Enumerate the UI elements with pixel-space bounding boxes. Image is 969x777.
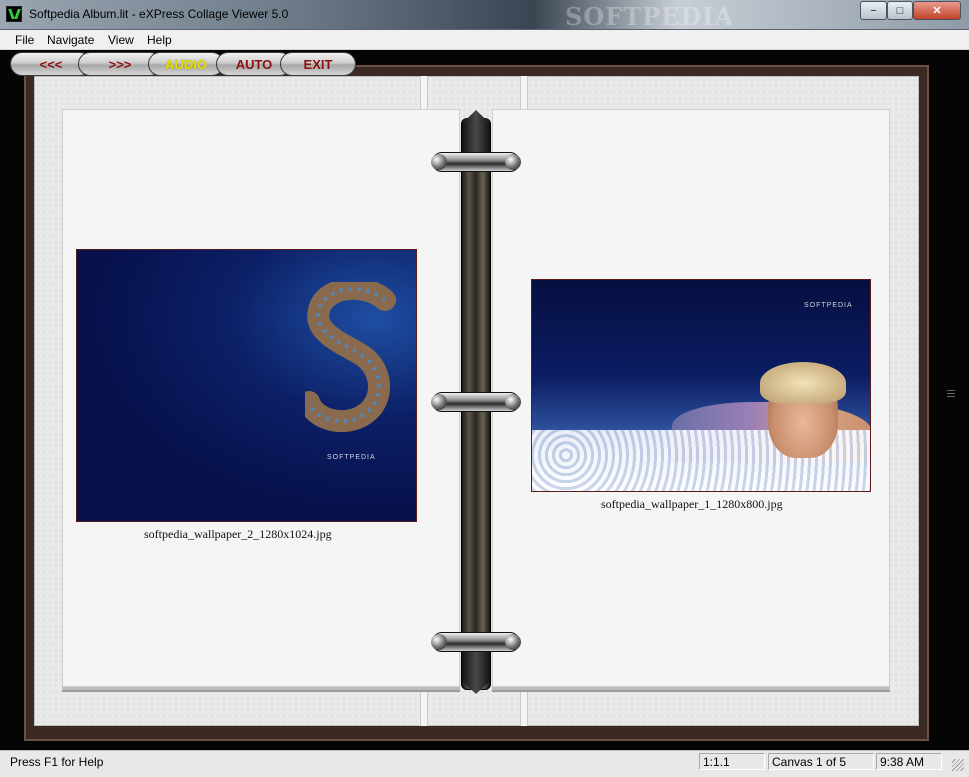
binder-ring-bottom — [431, 632, 521, 652]
title-bar: Softpedia Album.lit - eXPress Collage Vi… — [0, 0, 969, 31]
model-hair-image — [760, 362, 846, 404]
binder-ring-middle — [431, 392, 521, 412]
window-title: Softpedia Album.lit - eXPress Collage Vi… — [29, 7, 289, 21]
menu-help[interactable]: Help — [147, 33, 172, 47]
audio-button[interactable]: AUDIO — [148, 52, 224, 76]
minimize-button[interactable]: − — [860, 1, 887, 20]
maximize-button[interactable]: □ — [887, 1, 913, 20]
app-icon[interactable] — [6, 6, 22, 22]
menu-bar: File Navigate View Help — [0, 30, 969, 50]
status-time: 9:38 AM — [876, 753, 942, 770]
menu-file[interactable]: File — [15, 33, 34, 47]
photo-wallpaper-1[interactable]: SOFTPEDIA — [531, 279, 871, 492]
caption-right: softpedia_wallpaper_1_1280x800.jpg — [601, 497, 783, 511]
menu-navigate[interactable]: Navigate — [47, 33, 94, 47]
photo-wallpaper-2[interactable]: SOFTPEDIA — [76, 249, 417, 522]
softpedia-s-logo-image — [305, 282, 396, 432]
softpedia-watermark: SOFTPEDIA — [565, 2, 735, 31]
photo-logo-text: SOFTPEDIA — [327, 454, 376, 461]
caption-left: softpedia_wallpaper_2_1280x1024.jpg — [144, 527, 332, 541]
exit-button[interactable]: EXIT — [280, 52, 356, 76]
menu-view[interactable]: View — [108, 33, 134, 47]
photo-logo-text: SOFTPEDIA — [804, 302, 853, 309]
resize-grip-icon[interactable] — [947, 390, 955, 400]
navigation-toolbar: <<< >>> AUDIO AUTO EXIT — [10, 52, 356, 76]
status-bar: Press F1 for Help 1:1.1 Canvas 1 of 5 9:… — [0, 750, 969, 777]
size-grip-icon[interactable] — [952, 759, 964, 771]
binder-ring-top — [431, 152, 521, 172]
status-zoom: 1:1.1 — [699, 753, 765, 770]
status-canvas: Canvas 1 of 5 — [768, 753, 874, 770]
status-help-text: Press F1 for Help — [10, 755, 104, 769]
close-button[interactable]: ✕ — [913, 1, 961, 20]
